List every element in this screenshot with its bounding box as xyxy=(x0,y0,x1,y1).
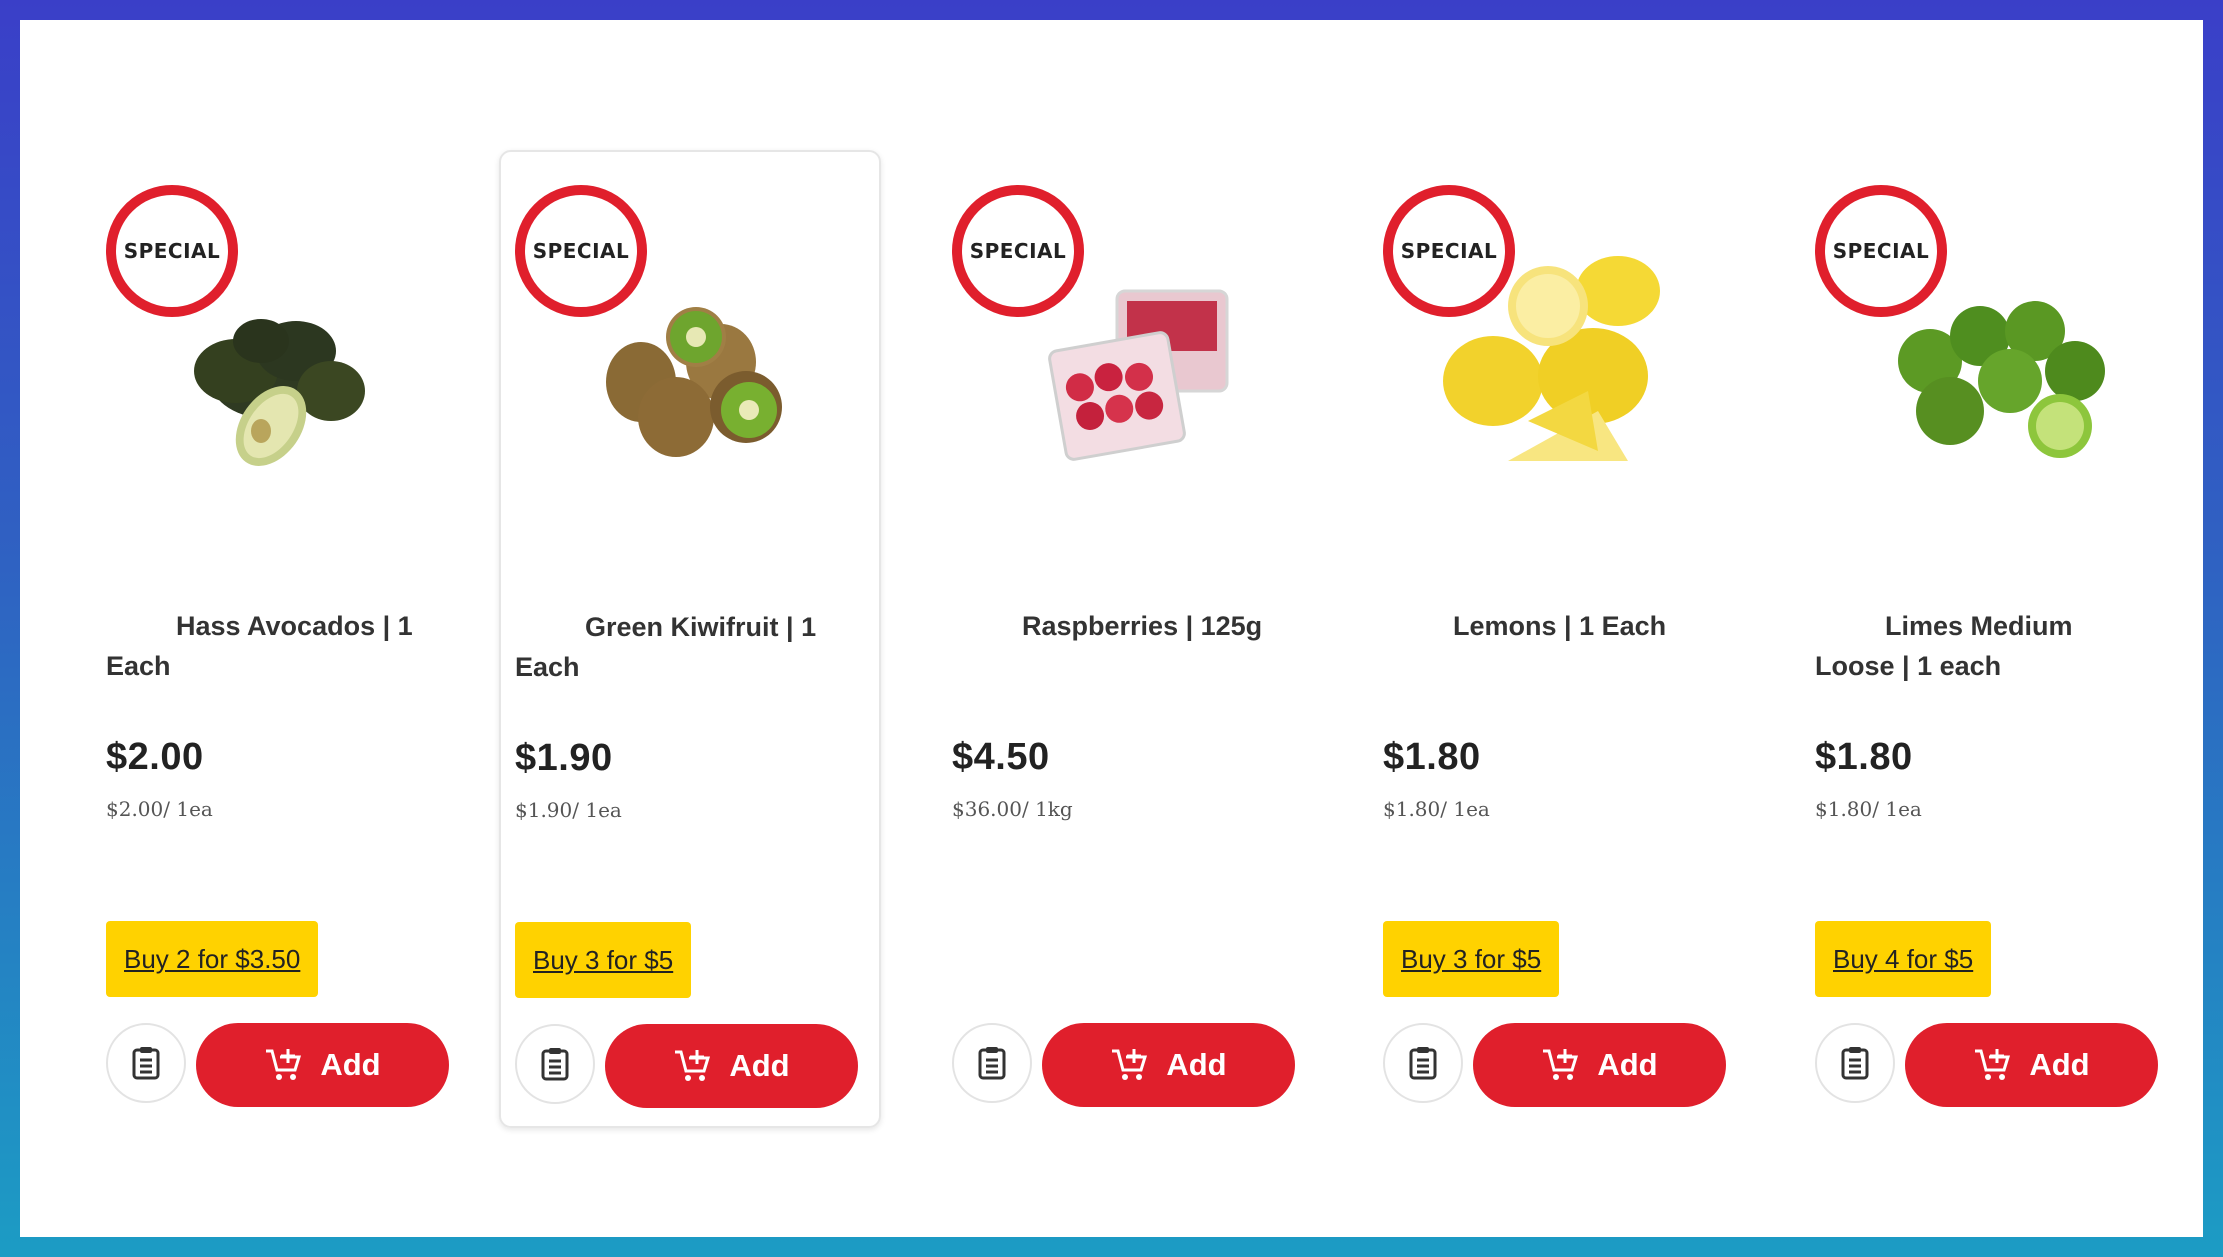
product-card-kiwifruit[interactable]: SPECIAL Green Kiwifruit | 1 Each $1.90 $… xyxy=(499,150,881,1128)
add-to-cart-button[interactable]: Add xyxy=(1042,1023,1295,1107)
shopping-list-icon xyxy=(132,1047,160,1080)
add-label: Add xyxy=(1597,1047,1658,1082)
add-to-list-button[interactable] xyxy=(952,1023,1032,1103)
add-to-list-button[interactable] xyxy=(1383,1023,1463,1103)
add-to-list-button[interactable] xyxy=(1815,1023,1895,1103)
promo-link[interactable]: Buy 4 for $5 xyxy=(1815,921,1992,997)
cart-add-icon xyxy=(1112,1049,1148,1080)
unit-price: $36.00/ 1kg xyxy=(952,797,1073,821)
unit-price: $1.90/ 1ea xyxy=(515,798,622,822)
shopping-list-icon xyxy=(1409,1047,1437,1080)
shopping-list-icon xyxy=(1841,1047,1869,1080)
add-to-cart-button[interactable]: Add xyxy=(605,1024,858,1108)
unit-price: $2.00/ 1ea xyxy=(106,797,213,821)
add-to-cart-button[interactable]: Add xyxy=(1473,1023,1726,1107)
promo-link[interactable]: Buy 3 for $5 xyxy=(1383,921,1560,997)
product-price: $4.50 xyxy=(952,736,1050,778)
add-to-list-button[interactable] xyxy=(515,1024,595,1104)
add-label: Add xyxy=(2029,1047,2090,1082)
product-card-lemons[interactable]: SPECIAL Lemons | 1 Each $1.80 $1.80/ 1ea… xyxy=(1338,151,1726,1126)
promo-link[interactable]: Buy 3 for $5 xyxy=(515,922,692,998)
product-grid: SPECIAL Hass Avocados | 1 Each $2.00 $2.… xyxy=(20,20,2203,1237)
product-card-raspberries[interactable]: SPECIAL Raspberries | 125g $4.50 $36.00/… xyxy=(907,151,1295,1126)
product-image-kiwifruit[interactable] xyxy=(531,212,831,512)
cart-add-icon xyxy=(675,1050,711,1081)
product-card-avocados[interactable]: SPECIAL Hass Avocados | 1 Each $2.00 $2.… xyxy=(61,151,449,1126)
shopping-list-icon xyxy=(541,1048,569,1081)
product-title[interactable]: Green Kiwifruit | 1 Each xyxy=(515,607,835,687)
cart-add-icon xyxy=(266,1049,302,1080)
product-price: $1.90 xyxy=(515,737,613,779)
cart-add-icon xyxy=(1543,1049,1579,1080)
unit-price: $1.80/ 1ea xyxy=(1815,797,1922,821)
product-title[interactable]: Lemons | 1 Each xyxy=(1383,606,1703,646)
unit-price: $1.80/ 1ea xyxy=(1383,797,1490,821)
promo-link[interactable]: Buy 2 for $3.50 xyxy=(106,921,319,997)
add-to-cart-button[interactable]: Add xyxy=(196,1023,449,1107)
add-to-cart-button[interactable]: Add xyxy=(1905,1023,2158,1107)
product-image-avocados[interactable] xyxy=(121,211,421,511)
product-price: $1.80 xyxy=(1383,736,1481,778)
product-card-limes[interactable]: SPECIAL Limes Medium Loose | 1 each $1.8… xyxy=(1770,151,2158,1126)
product-image-limes[interactable] xyxy=(1830,211,2130,511)
product-image-raspberries[interactable] xyxy=(967,211,1267,511)
add-label: Add xyxy=(320,1047,381,1082)
product-image-lemons[interactable] xyxy=(1398,211,1698,511)
product-price: $2.00 xyxy=(106,736,204,778)
add-label: Add xyxy=(729,1048,790,1083)
shopping-list-icon xyxy=(978,1047,1006,1080)
add-to-list-button[interactable] xyxy=(106,1023,186,1103)
cart-add-icon xyxy=(1975,1049,2011,1080)
add-label: Add xyxy=(1166,1047,1227,1082)
product-title[interactable]: Limes Medium Loose | 1 each xyxy=(1815,606,2135,686)
product-price: $1.80 xyxy=(1815,736,1913,778)
product-title[interactable]: Hass Avocados | 1 Each xyxy=(106,606,426,686)
product-title[interactable]: Raspberries | 125g xyxy=(952,606,1272,646)
